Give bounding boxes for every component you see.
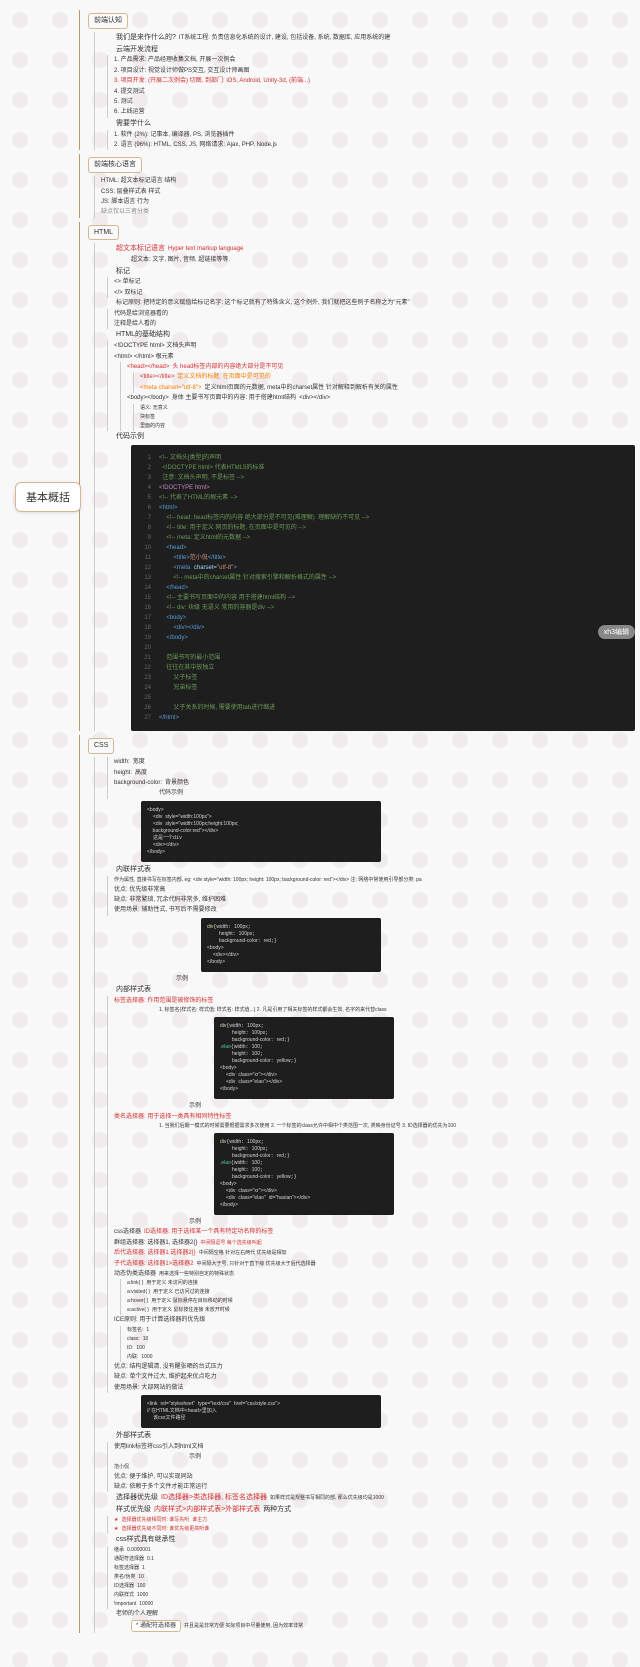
hyper-en: Hyper text markup language (168, 245, 243, 253)
node-core-lang[interactable]: 前端核心语言 (88, 157, 142, 173)
code-internal-1: div{width: 100px; height: 100px; backgro… (201, 918, 381, 972)
title-desc: 定义文档的标题, 在页面中是可见的 (177, 373, 270, 381)
tag-sel-note: 1. 标签名{样式名: 样式值; 样式名: 样式值...} 2. 凡是引用了相关… (159, 1006, 635, 1015)
code-external: <link rel="stylesheet" type="text/css" h… (141, 1395, 381, 1428)
int-pros: 优点: 结构逻辑清, 没有醒张晒的台式压力 (114, 1362, 635, 1372)
prop-width: width: (114, 758, 130, 766)
priority-rule-1: ★ (114, 1517, 118, 1524)
priority-rule-2: ★ (114, 1526, 118, 1533)
lang-item: 缺点仅以三者分类 (101, 207, 635, 217)
head-red: 头 head标签内部的内容绝大部分是不可见 (172, 363, 283, 371)
flow-item: 5. 测试 (114, 97, 635, 107)
css-sel-node: css选择器 (114, 1228, 141, 1236)
section-frontend-cognition[interactable]: 前端认知 我们是来作什么的? IT系统工程: 负责信息化系统的设计, 建设, 包… (79, 10, 635, 150)
body-tag: <body></body> (127, 394, 169, 402)
div-tag: <div></div> (299, 394, 330, 402)
body-desc: 身体 主要书写页面中的内容: 用于搭建html结构 (172, 394, 296, 402)
node-external-style[interactable]: 外部样式表 (116, 1431, 151, 1441)
flow-item: 1. 产品需求: 产品经理收集文档, 开展一次例会 (114, 55, 635, 65)
section-html[interactable]: HTML 超文本标记语言 Hyper text markup language … (79, 222, 635, 732)
struct-title: HTML的基础结构 (116, 330, 170, 340)
tag-single: <> 单标记 (114, 277, 635, 287)
pseudo-title: 动态伪类选择器 (114, 1270, 156, 1278)
tag-side1: 代码是给浏览器看的 (114, 309, 635, 319)
lang-item: HTML: 超文本标记语言 结构 (101, 176, 635, 186)
id-selector: ID选择器: 用于选择某一个具有特定功名称的标签 (144, 1228, 273, 1236)
code-main: 1<!-- 文档头[类型]的声明 2 <!DOCTYPE html> 代表HTM… (131, 445, 635, 731)
int-use: 使用场景: 大部网站的做法 (114, 1383, 635, 1393)
personal: 老师的个人理解 (116, 1610, 158, 1618)
inline-cons: 缺点: 非常繁琐, 冗余代码非常多, 维护困难 (114, 895, 635, 905)
node-cloud-flow[interactable]: 云端开发流程 (116, 45, 158, 55)
node-internal-style[interactable]: 内部样式表 (116, 985, 151, 995)
section-core-lang[interactable]: 前端核心语言 HTML: 超文本标记语言 结构 CSS: 层叠样式表 样式 JS… (79, 154, 635, 217)
code-inline-example: <body> <div style="width:100px"> <div st… (141, 801, 381, 862)
lang-item: CSS: 层叠样式表 样式 (101, 187, 635, 197)
desc-selector: 后代选择器: 选择器1 选择器2{} (114, 1249, 196, 1257)
hyper-desc: 超文本: 文字, 图片, 音频, 超链接等等. (131, 255, 635, 265)
div-item: 语义: 无意义 (140, 404, 635, 413)
wildcard: * 通配符选择器 (131, 1620, 181, 1632)
learn-item: 2. 语言 (96%): HTML, CSS, JS, 网络请求: Ajax, … (114, 140, 635, 150)
ice-title: ICE原则: 用于计算选择器的优先级 (114, 1316, 205, 1324)
flow-item: 4. 提交测试 (114, 87, 635, 97)
code-class-sel: div{width: 100px; height: 100px; backgro… (214, 1017, 394, 1099)
section-css[interactable]: CSS width: 宽度 height: 高度 background-colo… (79, 735, 635, 1633)
div-item: 里面的内容 (140, 422, 635, 431)
ext-exam: 范小侃 (114, 1463, 635, 1472)
meta-desc: 定义html页面的元数据, meta中的charset属性 针对解释到解析有关的… (204, 384, 397, 392)
lang-item: JS: 脚本语言 行为 (101, 197, 635, 207)
inline-use: 使用场景: 辅助性式, 书写后不需要修改 (114, 905, 635, 915)
div-item: 块标签 (140, 413, 635, 422)
hyper-title: 超文本标记语言 (116, 244, 165, 254)
node-style-priority: 样式优先级 (116, 1505, 151, 1515)
meta-tag: <meta charset="utf-8"> (140, 384, 201, 392)
code-title: 代码示例 (116, 432, 144, 442)
q-what-we-do: 我们是来作什么的? (116, 33, 176, 43)
node-cognition[interactable]: 前端认知 (88, 13, 128, 29)
ext-pros: 优点: 便于维护, 可以实现同站 (114, 1472, 635, 1482)
head-tag: <head></head> (127, 363, 169, 371)
flow-item: 2. 项目设计: 视觉设计师做PS交互, 交互设计师画图 (114, 66, 635, 76)
child-note: 中间隔大于号, 只针对于直下级 优先级大于后代选择器 (197, 1261, 316, 1268)
title-tag: <title></title> (140, 373, 174, 381)
code-id-sel: div{width: 100px; height: 100px; backgro… (214, 1133, 394, 1215)
int-cons: 缺点: 单个文件过大, 维护起来优点吃力 (114, 1372, 635, 1382)
inline-desc: 作为属性, 直接书写在标签内部, eg: <div style="width: … (114, 876, 635, 885)
learn-item: 1. 软件 (2%): 记事本, 编译器, PS, 浏览器插件 (114, 130, 635, 140)
node-html[interactable]: HTML (88, 225, 119, 241)
class-selector: 类名选择器: 用于选择一类具有相同特性标签 (114, 1113, 231, 1121)
flow-item: 3. 项目开发: (开展二次例会) 切图, 到部门: iOS, Android,… (114, 76, 635, 86)
editor-badge: xh3编辑 (598, 625, 635, 639)
root-node[interactable]: 基本概括 (15, 482, 81, 512)
inline-pros: 优点: 优先级非常高 (114, 885, 635, 895)
prop-height: height: (114, 769, 132, 777)
group-selector: 群组选择器: 选择器1, 选择器2{} (114, 1239, 197, 1247)
class-sel-note: 1. 当我们后期一模式的时候需要根据需求多次使用 2. 一个标签的class允许… (159, 1122, 635, 1131)
tag-side2: 注释是给人看的 (114, 319, 635, 329)
html-tag: <html> </html> 根元素 (114, 352, 635, 362)
group-note: 中间隔逗号 每个选先级叫起 (200, 1240, 261, 1247)
tag-double: </> 双标记 (114, 288, 635, 298)
doctype: <!DOCTYPE html> 文档头声明 (114, 341, 635, 351)
node-sel-priority: 选择器优先级 (116, 1493, 158, 1503)
tag-rule: 标记原则: 把特定的意义赋值给标记名字: 这个标记就有了特殊含义, 这个例外, … (116, 299, 410, 307)
node-learn[interactable]: 需要学什么 (116, 119, 151, 129)
root-label: 基本概括 (26, 492, 70, 504)
node-css[interactable]: CSS (88, 738, 114, 754)
node-inline-style[interactable]: 内联样式表 (116, 865, 151, 875)
node-inheritance: css样式具有继承性 (116, 1535, 176, 1545)
ext-cons: 缺点: 依赖于多个文件才能正常运行 (114, 1482, 635, 1492)
tag-selector: 标签选择器: 作用范围是被修饰的标签 (114, 997, 213, 1005)
mindmap-tree: 前端认知 我们是来作什么的? IT系统工程: 负责信息化系统的设计, 建设, 包… (75, 10, 635, 1633)
prop-bg: background-color: (114, 779, 162, 787)
child-selector: 子代选择器: 选择器1>选择器2 (114, 1260, 194, 1268)
desc-note: 中间隔空格 针对左右两代 优先级是相加 (199, 1250, 287, 1257)
flow-item: 6. 上线运营 (114, 107, 635, 117)
tag-title: 标记 (116, 267, 130, 277)
ext-link: 使用link标签将css引入到html文档 (114, 1442, 635, 1452)
q-what-we-do-ans: IT系统工程: 负责信息化系统的设计, 建设, 包括设备, 系统, 数据库, 应… (179, 34, 390, 42)
